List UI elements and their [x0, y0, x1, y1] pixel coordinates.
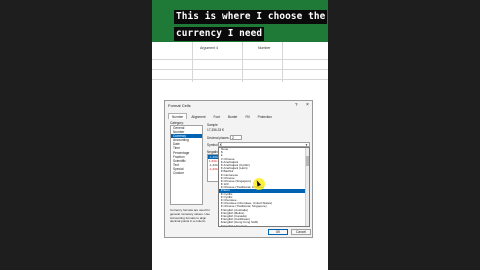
- decimal-places-label: Decimal places:: [207, 136, 230, 140]
- tab-number[interactable]: Number: [168, 113, 188, 119]
- tab-font[interactable]: Font: [210, 113, 224, 119]
- symbol-option[interactable]: € English (Jamaica): [219, 224, 309, 226]
- category-list[interactable]: General Number Currency Accounting Date …: [170, 125, 203, 205]
- ok-button[interactable]: OK: [268, 229, 288, 235]
- cancel-button[interactable]: Cancel: [291, 229, 311, 235]
- caption-line-2: currency I need: [174, 27, 265, 41]
- tab-alignment[interactable]: Alignment: [187, 113, 209, 119]
- scrollbar-thumb[interactable]: [306, 156, 309, 166]
- format-cells-dialog: Format Cells ? × Number Alignment Font B…: [164, 100, 313, 238]
- dialog-tabs: Number Alignment Font Border Fill Protec…: [168, 113, 276, 119]
- sample-value: 17,356.33 €: [207, 128, 224, 132]
- sheet-row[interactable]: [152, 60, 328, 70]
- excel-screen: This is where I choose the currency I ne…: [152, 0, 328, 270]
- tab-border[interactable]: Border: [224, 113, 242, 119]
- sample-label: Sample: [207, 123, 218, 127]
- help-icon[interactable]: ?: [295, 102, 298, 107]
- caption-line-1: This is where I choose the: [174, 10, 328, 24]
- symbol-label: Symbol:: [207, 143, 219, 147]
- dropdown-scrollbar[interactable]: [305, 148, 309, 226]
- close-icon[interactable]: ×: [306, 102, 309, 108]
- dialog-title: Format Cells: [168, 103, 191, 108]
- decimal-places-stepper[interactable]: 2: [230, 135, 242, 140]
- tab-protection[interactable]: Protection: [254, 113, 276, 119]
- caption: This is where I choose the currency I ne…: [174, 8, 328, 42]
- category-item[interactable]: Custom: [171, 171, 202, 175]
- sheet-row[interactable]: [152, 70, 328, 80]
- symbol-options: None $ £ ¥ Chinese € Azerbaijani € Azerbaijan…: [219, 148, 309, 226]
- video-frame: This is where I choose the currency I ne…: [0, 0, 480, 270]
- green-banner: This is where I choose the currency I ne…: [152, 0, 328, 42]
- sheet-row[interactable]: [152, 50, 328, 60]
- tab-fill[interactable]: Fill: [242, 113, 254, 119]
- format-description: Currency formats are used for general mo…: [170, 208, 210, 224]
